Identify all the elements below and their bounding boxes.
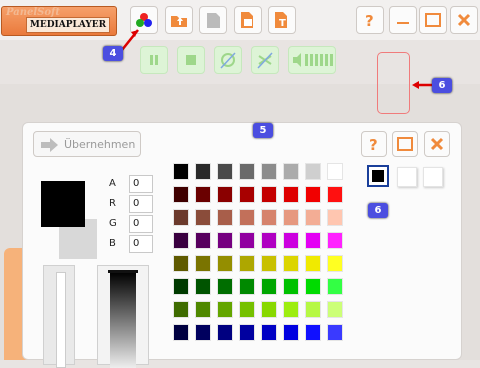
annotation-badge-5: 5 bbox=[253, 123, 273, 138]
annotation-badge-6-bottom: 6 bbox=[368, 203, 388, 218]
annotation-arrows-panel bbox=[0, 0, 480, 360]
